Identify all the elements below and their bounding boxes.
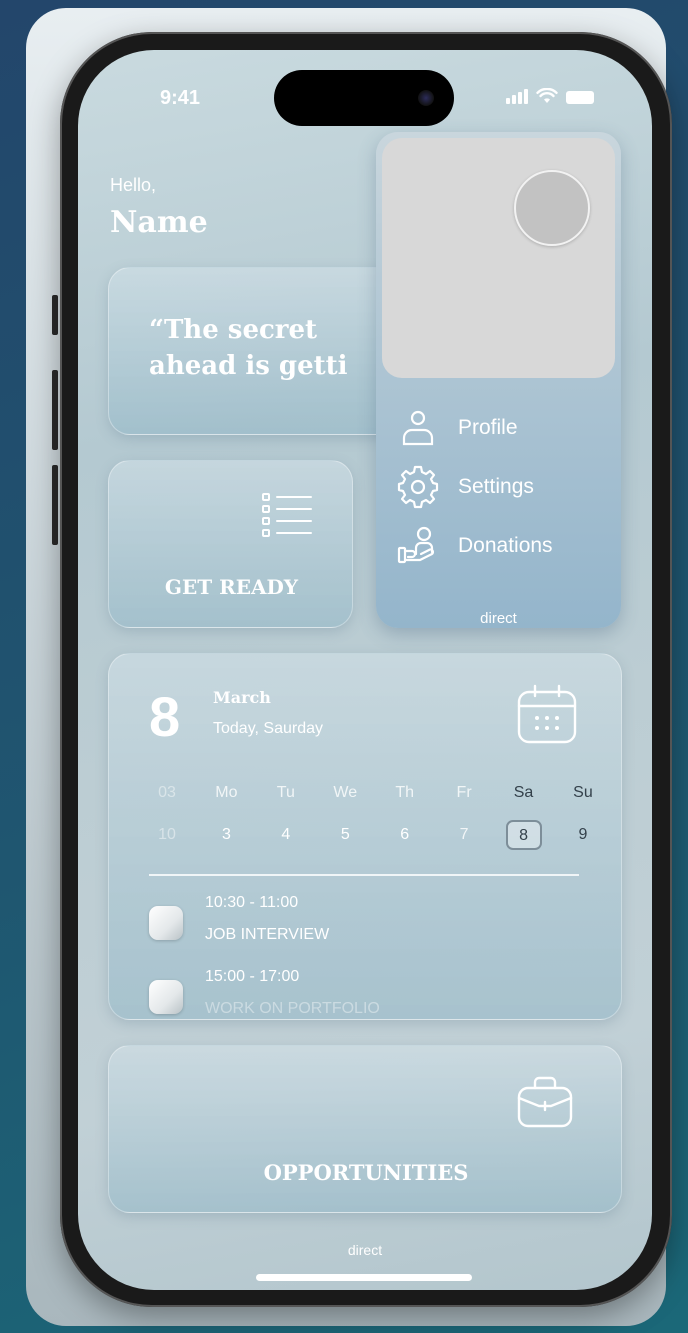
- menu-item-settings[interactable]: Settings: [396, 465, 534, 509]
- volume-down-button: [52, 465, 58, 545]
- menu-item-profile[interactable]: Profile: [396, 406, 518, 450]
- calendar-card: 8 March Today, Saurday 03 Mo Tu We Th Fr…: [108, 653, 622, 1020]
- weekday-label: We: [333, 784, 358, 801]
- calendar-date-selected[interactable]: 8: [505, 820, 542, 850]
- quote-card[interactable]: “The secret ahead is getti: [108, 267, 408, 435]
- phone-screen: 9:41 Hello, Name “The secret ahead is ge…: [78, 50, 652, 1290]
- weekday-label: Tu: [276, 784, 295, 801]
- weekday-label: Fr: [456, 784, 472, 801]
- greeting-hello: Hello,: [110, 175, 157, 195]
- home-indicator[interactable]: [256, 1274, 472, 1281]
- wifi-icon: [536, 88, 558, 103]
- gear-icon: [397, 465, 439, 509]
- greeting-name: Name: [110, 205, 208, 240]
- checklist-icon: [262, 493, 312, 537]
- weekday-label: Sa: [513, 784, 534, 801]
- quote-line-2: ahead is getti: [149, 351, 348, 381]
- profile-photo-placeholder: [382, 138, 615, 378]
- event-title: WORK ON PORTFOLIO: [205, 1000, 380, 1017]
- avatar[interactable]: [514, 170, 590, 246]
- battery-icon: [566, 91, 594, 104]
- calendar-date[interactable]: 3: [208, 826, 244, 844]
- calendar-subtitle: Today, Saurday: [213, 720, 323, 737]
- opportunities-card[interactable]: OPPORTUNITIES: [108, 1045, 622, 1213]
- menu-item-label: Settings: [458, 475, 534, 498]
- hand-heart-icon: [397, 526, 435, 564]
- calendar-divider: [149, 874, 579, 876]
- event-title: JOB INTERVIEW: [205, 926, 330, 943]
- calendar-date[interactable]: 4: [268, 826, 304, 844]
- calendar-icon[interactable]: [515, 682, 579, 746]
- week-number: 03: [158, 784, 176, 801]
- event-time: 10:30 - 11:00: [205, 894, 299, 911]
- quote-text: “The secret ahead is getti: [149, 312, 348, 384]
- calendar-day-number: 8: [149, 685, 181, 748]
- menu-item-donations[interactable]: Donations: [396, 524, 553, 568]
- status-icons: [506, 88, 594, 104]
- event-checkbox[interactable]: [149, 906, 183, 940]
- briefcase-icon: [517, 1076, 573, 1128]
- week-number: 10: [158, 826, 176, 843]
- event-time: 15:00 - 17:00: [205, 968, 300, 985]
- calendar-date[interactable]: 5: [327, 826, 363, 844]
- menu-item-label: Donations: [458, 534, 553, 557]
- action-button: [52, 295, 58, 335]
- get-ready-card[interactable]: GET READY: [108, 460, 353, 628]
- dynamic-island: [274, 70, 454, 126]
- screen-direct-label: direct: [347, 1242, 383, 1258]
- user-icon: [402, 410, 434, 446]
- calendar-date[interactable]: 7: [446, 826, 482, 844]
- calendar-date-row: 10 3 4 5 6 7 8 9: [149, 820, 601, 850]
- quote-line-1: “The secret: [149, 315, 318, 345]
- weekday-label: Su: [573, 784, 593, 801]
- camera-icon: [418, 90, 434, 106]
- calendar-date[interactable]: 6: [387, 826, 423, 844]
- status-time: 9:41: [160, 87, 201, 109]
- menu-direct-label: direct: [480, 610, 517, 627]
- menu-item-label: Profile: [458, 416, 518, 439]
- calendar-month: March: [213, 688, 271, 707]
- volume-up-button: [52, 370, 58, 450]
- weekday-label: Th: [395, 784, 415, 801]
- selected-day-badge: 8: [505, 820, 542, 850]
- calendar-date[interactable]: 9: [565, 826, 601, 844]
- get-ready-label: GET READY: [164, 575, 299, 599]
- event-checkbox[interactable]: [149, 980, 183, 1014]
- weekday-label: Mo: [215, 784, 238, 801]
- calendar-weekday-row: 03 Mo Tu We Th Fr Sa Su: [149, 784, 601, 802]
- profile-menu: Profile Settings Donations direct: [376, 132, 621, 628]
- event-item[interactable]: 15:00 - 17:00 WORK ON PORTFOLIO: [149, 968, 380, 1018]
- opportunities-label: OPPORTUNITIES: [263, 1160, 469, 1185]
- event-item[interactable]: 10:30 - 11:00 JOB INTERVIEW: [149, 894, 329, 944]
- signal-icon: [506, 89, 528, 104]
